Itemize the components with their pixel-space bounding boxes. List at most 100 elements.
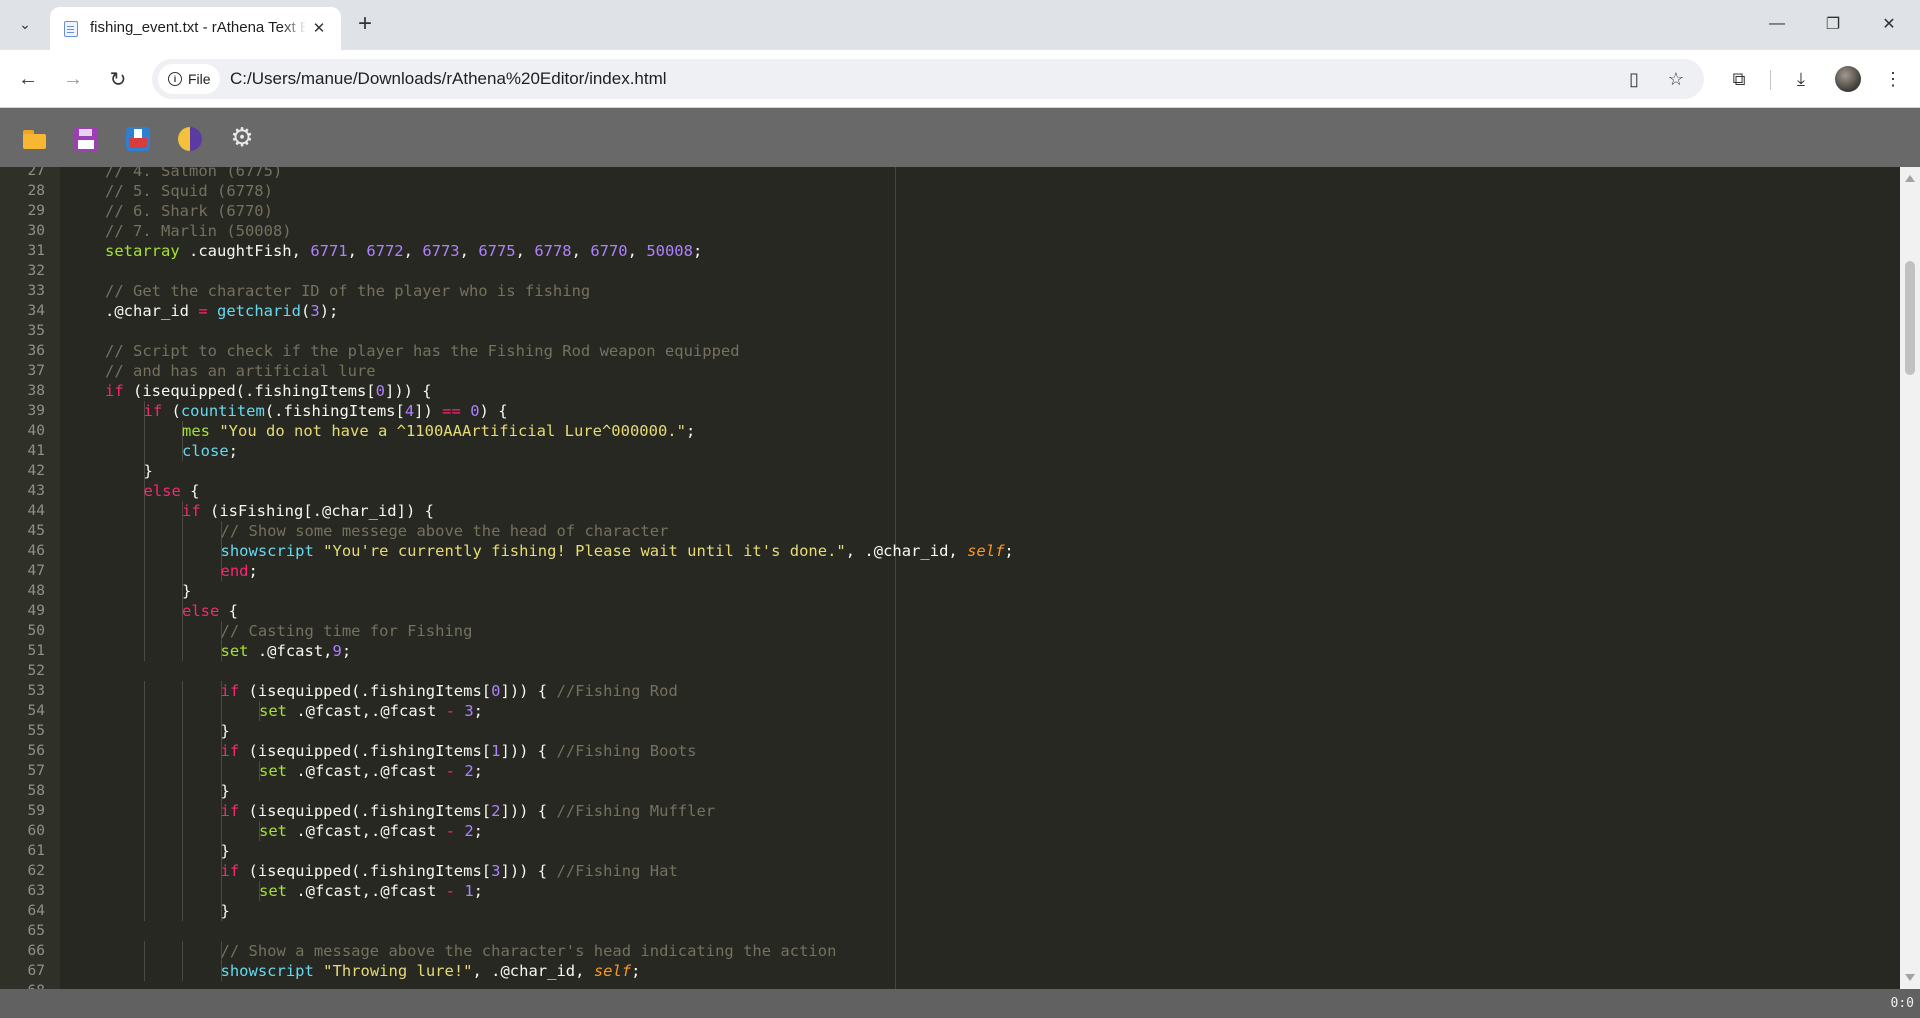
code-line[interactable]: set .@fcast,9; [60,641,1900,661]
page-document-icon[interactable]: ▯ [1622,67,1646,91]
indent-guide [182,741,183,761]
code-line[interactable]: // Get the character ID of the player wh… [60,281,1900,301]
tab-close-icon[interactable]: ✕ [309,18,329,38]
code-line[interactable]: if (isequipped(.fishingItems[2])) { //Fi… [60,801,1900,821]
code-token: countitem [180,402,265,420]
scroll-up-arrow-icon[interactable] [1905,175,1915,182]
code-line[interactable]: if (isFishing[.@char_id]) { [60,501,1900,521]
indent-guide [143,641,145,661]
tab-search-chevron-down-icon[interactable]: ⌄ [10,9,40,39]
code-line[interactable]: showscript "Throwing lure!", .@char_id, … [60,961,1900,981]
browser-tab[interactable]: fishing_event.txt - rAthena Text Editor … [50,7,341,50]
scroll-down-arrow-icon[interactable] [1905,974,1915,981]
toolbar-divider [1770,70,1771,90]
save-icon[interactable] [74,127,98,151]
browser-tab-strip: ⌄ fishing_event.txt - rAthena Text Edito… [0,0,1920,50]
code-line[interactable]: // 5. Squid (6778) [60,181,1900,201]
vertical-scrollbar[interactable] [1900,167,1920,989]
code-line[interactable]: // Show a message above the character's … [60,941,1900,961]
code-content: set .@fcast,.@fcast - 3; [259,701,483,721]
code-line[interactable]: if (isequipped(.fishingItems[0])) { //Fi… [60,681,1900,701]
code-line[interactable]: set .@fcast,.@fcast - 3; [60,701,1900,721]
line-number: 34 [27,303,45,319]
forward-arrow-icon[interactable]: → [58,64,88,94]
site-info-chip[interactable]: i File [158,64,220,94]
back-arrow-icon[interactable]: ← [13,64,43,94]
folder-open-icon[interactable] [22,126,48,152]
code-line[interactable] [60,261,1900,281]
code-token: //Fishing Boots [556,742,697,760]
code-line[interactable]: setarray .caughtFish, 6771, 6772, 6773, … [60,241,1900,261]
code-line[interactable]: // and has an artificial lure [60,361,1900,381]
code-token: //Fishing Rod [556,682,678,700]
reload-icon[interactable]: ↻ [103,64,133,94]
code-token: ])) { [500,862,557,880]
code-line[interactable]: // 7. Marlin (50008) [60,221,1900,241]
code-line[interactable]: // 4. Salmon (6775) [60,167,1900,181]
code-line[interactable]: // 6. Shark (6770) [60,201,1900,221]
code-line[interactable]: if (countitem(.fishingItems[4]) == 0) { [60,401,1900,421]
code-content: } [221,781,230,801]
settings-gear-icon[interactable]: ⚙ [229,124,255,150]
bookmark-star-icon[interactable]: ☆ [1664,67,1688,91]
code-token: ; [473,702,484,720]
indent-guide [220,701,222,721]
code-line[interactable]: close; [60,441,1900,461]
code-line[interactable] [60,921,1900,941]
code-line[interactable]: if (isequipped(.fishingItems[1])) { //Fi… [60,741,1900,761]
indent-guide [182,861,183,881]
new-tab-plus-icon[interactable]: + [351,10,379,38]
code-line[interactable]: if (isequipped(.fishingItems[3])) { //Fi… [60,861,1900,881]
line-number: 43 [27,483,45,499]
code-line[interactable]: } [60,901,1900,921]
profile-avatar[interactable] [1835,66,1861,92]
download-icon[interactable]: ⤓ [1786,64,1816,94]
code-line[interactable]: set .@fcast,.@fcast - 2; [60,761,1900,781]
code-line[interactable]: } [60,581,1900,601]
code-token: else [182,602,220,620]
code-token: set [220,642,249,660]
code-line[interactable] [60,981,1900,989]
code-token: , [347,242,367,260]
extensions-puzzle-icon[interactable]: ⧉ [1724,64,1754,94]
scrollbar-thumb[interactable] [1905,261,1915,375]
code-line[interactable]: } [60,461,1900,481]
code-token: getcharid [217,302,302,320]
code-line[interactable]: showscript "You're currently fishing! Pl… [60,541,1900,561]
url-text[interactable]: C:/Users/manue/Downloads/rAthena%20Edito… [230,69,667,89]
code-line[interactable]: // Show some messege above the head of c… [60,521,1900,541]
code-token: set [259,882,287,900]
code-line[interactable] [60,661,1900,681]
code-line[interactable]: else { [60,601,1900,621]
window-restore-icon[interactable]: ❐ [1810,6,1856,42]
code-line[interactable]: mes "You do not have a ^1100AAArtificial… [60,421,1900,441]
browser-menu-kebab-icon[interactable]: ⋮ [1878,64,1908,94]
code-text-area[interactable]: // 4. Salmon (6775) // 5. Squid (6778) // … [60,167,1900,989]
code-line[interactable]: set .@fcast,.@fcast - 1; [60,881,1900,901]
code-line[interactable]: if (isequipped(.fishingItems[0])) { [60,381,1900,401]
code-editor[interactable]: 27 28 29 30 31 32 33 34 35 36 37 38 39 40 41 42 43 44 45 46… [0,167,1920,989]
indent-guide [182,761,183,781]
code-content: } [144,461,153,481]
code-line[interactable]: end; [60,561,1900,581]
code-content: if (isFishing[.@char_id]) { [182,501,434,521]
code-line[interactable]: } [60,721,1900,741]
window-close-icon[interactable]: ✕ [1866,6,1912,42]
address-bar[interactable]: i File C:/Users/manue/Downloads/rAthena%… [152,59,1704,99]
code-token: self [593,962,632,980]
code-line[interactable]: // Casting time for Fishing [60,621,1900,641]
indent-guide [143,761,145,781]
code-token: { [219,602,238,620]
window-minimize-icon[interactable]: — [1754,6,1800,42]
code-token: { [180,482,200,500]
code-line[interactable]: } [60,841,1900,861]
code-line[interactable]: .@char_id = getcharid(3); [60,301,1900,321]
export-icon[interactable] [126,127,150,151]
code-line[interactable] [60,321,1900,341]
indent-guide [182,641,183,661]
code-line[interactable]: else { [60,481,1900,501]
code-line[interactable]: // Script to check if the player has the… [60,341,1900,361]
code-line[interactable]: set .@fcast,.@fcast - 2; [60,821,1900,841]
code-line[interactable]: } [60,781,1900,801]
theme-toggle-icon[interactable] [178,127,202,151]
